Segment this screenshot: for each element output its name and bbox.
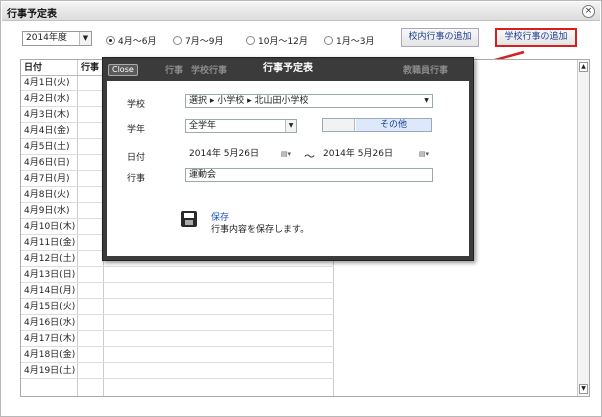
row-date: 4月17日(木) xyxy=(24,334,76,344)
grade-toggle-blank[interactable] xyxy=(323,119,355,131)
dialog-title: 行事予定表 xyxy=(263,63,313,74)
chevron-down-icon: ▼ xyxy=(421,95,432,107)
term-label: 10月〜12月 xyxy=(258,37,308,47)
date-to-value: 2014年 5月26日 xyxy=(323,149,393,159)
row-date: 4月4日(金) xyxy=(24,126,70,136)
date-label: 日付 xyxy=(127,153,146,163)
table-row[interactable]: 4月17日(木) xyxy=(21,332,334,347)
row-date: 4月12日(土) xyxy=(24,254,76,264)
grade-toggle[interactable]: その他 xyxy=(322,118,432,132)
event-dialog: 行事 学校行事 教職員行事 行事予定表 Close 学校 選択 ▸ 小学校 ▸ … xyxy=(102,57,474,261)
vertical-scrollbar[interactable]: ▲ ▼ xyxy=(577,60,589,396)
event-name-input[interactable]: 運動会 xyxy=(185,168,433,182)
term-radio-2[interactable]: 7月〜9月 xyxy=(173,34,223,47)
term-radio-1[interactable]: 4月〜6月 xyxy=(106,34,156,47)
save-description: 行事内容を保存します。 xyxy=(211,225,310,235)
row-date: 4月10日(木) xyxy=(24,222,76,232)
row-date: 4月13日(日) xyxy=(24,270,76,280)
calendar-icon[interactable]: ▤▾ xyxy=(279,149,293,159)
row-date: 4月7日(月) xyxy=(24,174,70,184)
radio-icon xyxy=(173,36,182,45)
date-from-picker[interactable]: 2014年 5月26日 ▤▾ xyxy=(185,147,295,161)
calendar-icon[interactable]: ▤▾ xyxy=(417,149,431,159)
event-header: 行事 xyxy=(81,63,100,73)
row-date: 4月14日(月) xyxy=(24,286,76,296)
date-separator: 〜 xyxy=(304,150,315,163)
table-row[interactable]: 4月19日(土) xyxy=(21,364,334,379)
dialog-body: 学校 選択 ▸ 小学校 ▸ 北山田小学校 ▼ 学年 全学年 ▼ その他 日付 2… xyxy=(107,81,469,256)
term-radio-4[interactable]: 1月〜3月 xyxy=(324,34,374,47)
school-select[interactable]: 選択 ▸ 小学校 ▸ 北山田小学校 ▼ xyxy=(185,94,433,108)
table-row[interactable]: 4月14日(月) xyxy=(21,284,334,299)
row-date: 4月15日(火) xyxy=(24,302,76,312)
scroll-down-icon[interactable]: ▼ xyxy=(579,384,588,394)
row-date: 4月6日(日) xyxy=(24,158,70,168)
chevron-down-icon: ▼ xyxy=(285,120,296,132)
add-school-calendar-event-button[interactable]: 学校行事の追加 xyxy=(495,28,577,47)
event-name-value: 運動会 xyxy=(189,170,217,180)
term-label: 4月〜6月 xyxy=(118,37,157,47)
table-row[interactable]: 4月13日(日) xyxy=(21,268,334,283)
term-label: 1月〜3月 xyxy=(336,37,375,47)
year-select-value: 2014年度 xyxy=(26,33,67,43)
term-radio-3[interactable]: 10月〜12月 xyxy=(246,34,308,47)
grade-label: 学年 xyxy=(127,125,146,135)
grade-select[interactable]: 全学年 ▼ xyxy=(185,119,297,133)
radio-icon xyxy=(324,36,333,45)
row-date: 4月11日(金) xyxy=(24,238,76,248)
window-close-icon[interactable]: × xyxy=(582,5,595,18)
row-date: 4月19日(土) xyxy=(24,366,76,376)
radio-icon xyxy=(106,36,115,45)
year-select[interactable]: 2014年度 ▼ xyxy=(22,31,92,46)
row-date: 4月5日(土) xyxy=(24,142,70,152)
table-row[interactable]: 4月15日(火) xyxy=(21,300,334,315)
scroll-up-icon[interactable]: ▲ xyxy=(579,62,588,72)
chevron-down-icon: ▼ xyxy=(79,32,91,45)
title-bar: 行事予定表 × xyxy=(2,2,600,21)
date-from-value: 2014年 5月26日 xyxy=(189,149,259,159)
table-row[interactable]: 4月18日(金) xyxy=(21,348,334,363)
row-date: 4月9日(水) xyxy=(24,206,70,216)
date-to-picker[interactable]: 2014年 5月26日 ▤▾ xyxy=(319,147,433,161)
grade-select-value: 全学年 xyxy=(189,121,217,131)
term-label: 7月〜9月 xyxy=(185,37,224,47)
row-date: 4月1日(火) xyxy=(24,78,70,88)
radio-icon xyxy=(246,36,255,45)
window-title: 行事予定表 xyxy=(7,9,57,20)
add-school-event-button[interactable]: 校内行事の追加 xyxy=(401,28,479,47)
row-date: 4月16日(水) xyxy=(24,318,76,328)
table-row[interactable]: 4月16日(水) xyxy=(21,316,334,331)
dialog-close-button[interactable]: Close xyxy=(108,64,138,76)
event-label: 行事 xyxy=(127,174,146,184)
row-date: 4月8日(火) xyxy=(24,190,70,200)
row-date: 4月2日(水) xyxy=(24,94,70,104)
school-select-value: 選択 ▸ 小学校 ▸ 北山田小学校 xyxy=(189,96,309,106)
row-date: 4月18日(金) xyxy=(24,350,76,360)
floppy-disk-icon[interactable] xyxy=(181,211,197,227)
date-header: 日付 xyxy=(24,63,43,73)
app-window: 行事予定表 × 2014年度 ▼ 4月〜6月 7月〜9月 10月〜12月 1月〜… xyxy=(0,0,602,417)
row-date: 4月3日(木) xyxy=(24,110,70,120)
school-label: 学校 xyxy=(127,100,146,110)
grade-toggle-other[interactable]: その他 xyxy=(356,119,431,131)
